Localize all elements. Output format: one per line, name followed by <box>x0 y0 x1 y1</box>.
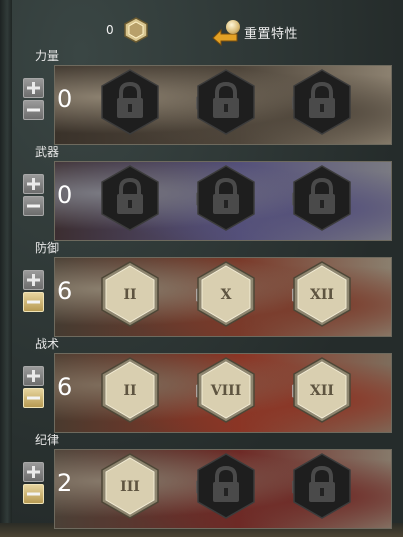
major-trait-slot[interactable]: XII <box>293 261 351 327</box>
major-trait-slot[interactable]: II <box>101 261 159 327</box>
trait-line-title: 防御 <box>35 241 60 255</box>
major-trait-slot[interactable]: X <box>197 261 255 327</box>
trait-line: 力量 0 <box>0 47 403 145</box>
remove-point-button[interactable] <box>23 196 44 216</box>
locked-trait-slot[interactable] <box>293 165 351 231</box>
reset-orb-icon <box>226 20 240 34</box>
trait-line: 战术 6 II VIII XII <box>0 335 403 433</box>
locked-trait-slot[interactable] <box>101 69 159 135</box>
trait-line-title: 武器 <box>35 145 60 159</box>
add-point-button[interactable] <box>23 174 44 194</box>
plus-icon <box>27 466 40 478</box>
line-points: 0 <box>57 85 73 113</box>
locked-trait-slot[interactable] <box>293 453 351 519</box>
plus-icon <box>27 178 40 190</box>
trait-numeral: XII <box>310 287 334 303</box>
minus-icon <box>27 108 40 112</box>
major-trait-slot[interactable]: XII <box>293 357 351 423</box>
minus-icon <box>27 204 40 208</box>
trait-numeral: XII <box>310 383 334 399</box>
add-point-button[interactable] <box>23 78 44 98</box>
trait-line-title: 战术 <box>35 337 60 351</box>
minus-icon <box>27 300 40 304</box>
line-points: 6 <box>57 277 73 305</box>
plus-icon <box>27 82 40 94</box>
locked-trait-slot[interactable] <box>197 453 255 519</box>
trait-line-title: 纪律 <box>35 433 60 447</box>
locked-trait-slot[interactable] <box>197 69 255 135</box>
locked-trait-slot[interactable] <box>197 165 255 231</box>
trait-line: 防御 6 II X XII <box>0 239 403 337</box>
remove-point-button[interactable] <box>23 388 44 408</box>
add-point-button[interactable] <box>23 462 44 482</box>
plus-icon <box>27 370 40 382</box>
locked-trait-slot[interactable] <box>293 69 351 135</box>
line-points: 0 <box>57 181 73 209</box>
trait-point-icon <box>124 17 148 43</box>
locked-trait-slot[interactable] <box>101 165 159 231</box>
major-trait-slot[interactable]: VIII <box>197 357 255 423</box>
trait-numeral: X <box>221 287 232 303</box>
trait-line: 纪律 2 III <box>0 431 403 529</box>
major-trait-slot[interactable]: II <box>101 357 159 423</box>
remove-point-button[interactable] <box>23 100 44 120</box>
trait-line-title: 力量 <box>35 49 60 63</box>
trait-numeral: II <box>123 287 136 303</box>
trait-numeral: III <box>120 479 140 495</box>
trait-header: 0 重置特性 <box>0 14 403 50</box>
plus-icon <box>27 274 40 286</box>
add-point-button[interactable] <box>23 270 44 290</box>
line-points: 6 <box>57 373 73 401</box>
reset-traits-button[interactable]: 重置特性 <box>244 23 298 42</box>
add-point-button[interactable] <box>23 366 44 386</box>
minus-icon <box>27 396 40 400</box>
remove-point-button[interactable] <box>23 484 44 504</box>
trait-numeral: VIII <box>210 383 242 399</box>
remove-point-button[interactable] <box>23 292 44 312</box>
minus-icon <box>27 492 40 496</box>
trait-numeral: II <box>123 383 136 399</box>
trait-line: 武器 0 <box>0 143 403 241</box>
major-trait-slot[interactable]: III <box>101 453 159 519</box>
available-points: 0 <box>106 23 114 37</box>
line-points: 2 <box>57 469 73 497</box>
